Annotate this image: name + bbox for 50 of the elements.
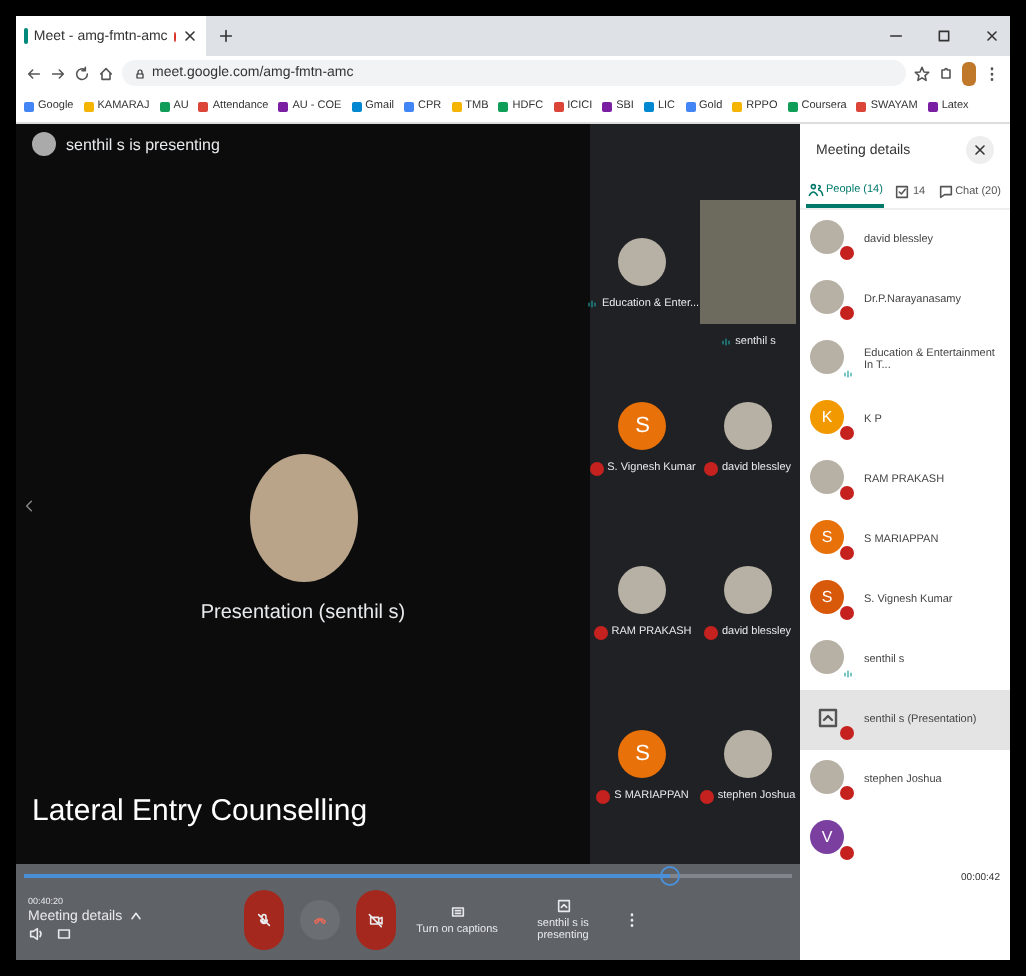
letter-avatar: S bbox=[810, 580, 844, 614]
avatar bbox=[618, 238, 667, 286]
screen-icon[interactable] bbox=[56, 926, 72, 942]
people-icon bbox=[808, 182, 824, 198]
avatar bbox=[810, 760, 844, 794]
back-icon[interactable] bbox=[26, 65, 42, 81]
star-icon[interactable] bbox=[914, 65, 930, 81]
reload-icon[interactable] bbox=[74, 65, 90, 81]
forward-icon[interactable] bbox=[50, 65, 66, 81]
home-icon[interactable] bbox=[98, 65, 114, 81]
mic-off-icon bbox=[256, 911, 272, 927]
avatar bbox=[723, 565, 772, 613]
avatar bbox=[723, 401, 772, 449]
letter-avatar: S bbox=[810, 520, 844, 554]
camera-off-icon bbox=[368, 911, 384, 927]
letter-avatar: K bbox=[810, 400, 844, 434]
slide-title: Lateral Entry Counselling bbox=[30, 794, 370, 832]
avatar bbox=[723, 729, 772, 777]
avatar bbox=[810, 340, 844, 374]
avatar bbox=[810, 220, 844, 254]
letter-avatar: V bbox=[810, 820, 844, 854]
letter-avatar: S bbox=[618, 729, 667, 777]
avatar bbox=[32, 132, 56, 156]
caret-up-icon[interactable] bbox=[128, 908, 145, 924]
plus-icon[interactable] bbox=[218, 28, 234, 44]
lock-icon bbox=[134, 67, 146, 79]
close-icon[interactable] bbox=[984, 28, 1000, 44]
avatar bbox=[810, 640, 844, 674]
maximize-icon[interactable] bbox=[936, 28, 952, 44]
close-button[interactable] bbox=[966, 136, 994, 164]
avatar bbox=[618, 565, 667, 613]
participant-row[interactable]: V bbox=[800, 810, 1010, 870]
mic-off-button[interactable] bbox=[244, 889, 284, 949]
profile-avatar[interactable] bbox=[962, 61, 976, 85]
letter-avatar: S bbox=[618, 401, 667, 449]
presenter-label: senthil s is presenting bbox=[66, 135, 220, 153]
seek-thumb[interactable] bbox=[659, 866, 680, 886]
captions-icon[interactable] bbox=[449, 903, 465, 919]
close-icon bbox=[972, 142, 988, 158]
volume-icon[interactable] bbox=[28, 926, 44, 942]
avatar bbox=[810, 280, 844, 314]
close-icon[interactable] bbox=[182, 28, 198, 44]
camera-off-button[interactable] bbox=[356, 889, 396, 949]
avatar bbox=[810, 460, 844, 494]
checkbox-icon bbox=[894, 184, 911, 200]
presentation-label: Presentation (senthil s) bbox=[200, 602, 406, 624]
screen-icon bbox=[816, 706, 840, 730]
presentation-icon[interactable] bbox=[555, 897, 571, 913]
chat-icon bbox=[937, 184, 954, 200]
video-placeholder bbox=[699, 200, 796, 324]
